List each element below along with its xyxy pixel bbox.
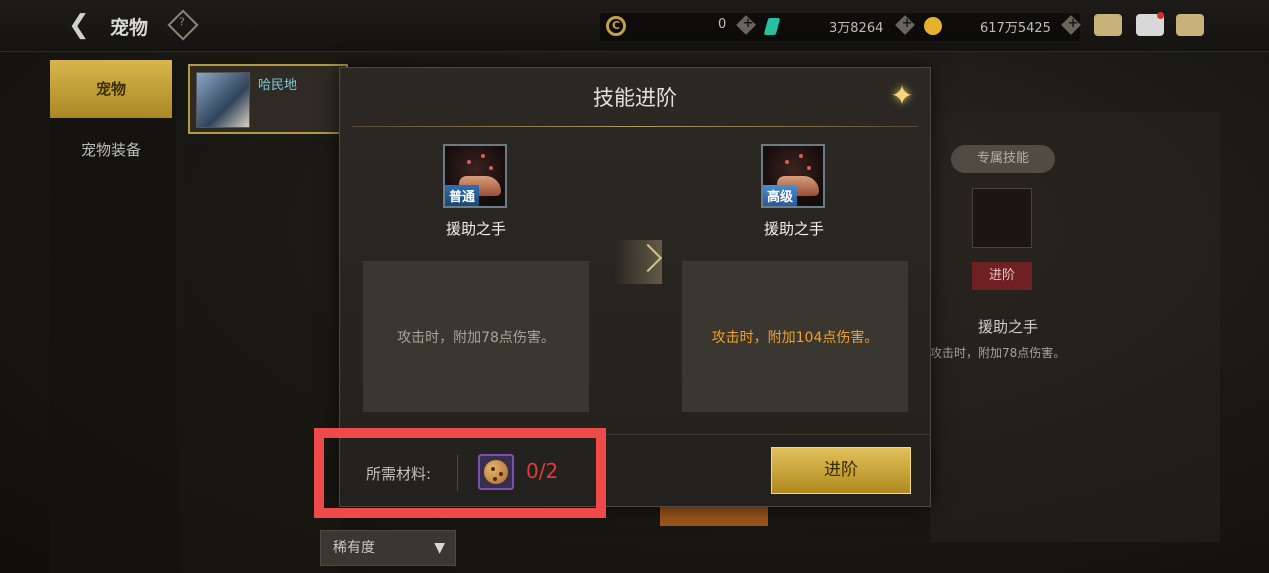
skill-tag-advanced: 高级 bbox=[763, 185, 798, 206]
page-title: 宠物 bbox=[110, 17, 149, 39]
close-icon[interactable]: ✦ bbox=[888, 82, 916, 110]
next-skill-description: 攻击时，附加104点伤害。 bbox=[682, 261, 908, 412]
tab-pet[interactable]: 宠物 bbox=[50, 60, 172, 118]
cake-icon[interactable] bbox=[1094, 14, 1122, 36]
skill-tag-normal: 普通 bbox=[445, 185, 480, 206]
current-skill-description: 攻击时，附加78点伤害。 bbox=[363, 261, 589, 412]
bg-upgrade-button[interactable]: 进阶 bbox=[972, 262, 1032, 290]
sparkle-dot bbox=[481, 154, 485, 158]
currency-value-gem: 3万8264 bbox=[829, 21, 884, 36]
pet-avatar bbox=[196, 72, 250, 128]
bg-skill-description: 攻击时，附加78点伤害。 bbox=[930, 346, 1066, 360]
triangle-down-icon: ▼ bbox=[434, 540, 445, 556]
highlight-box bbox=[314, 428, 606, 518]
current-skill-name: 援助之手 bbox=[445, 220, 506, 238]
chevron-right-icon bbox=[614, 240, 662, 284]
back-arrow-icon[interactable]: ❮ bbox=[68, 10, 102, 40]
next-skill-name: 援助之手 bbox=[763, 220, 824, 238]
exclusive-skill-badge: 专属技能 bbox=[951, 145, 1055, 173]
notification-dot bbox=[1157, 12, 1164, 19]
rarity-filter-label: 稀有度 bbox=[333, 540, 375, 556]
rarity-filter-select[interactable]: 稀有度 ▼ bbox=[320, 530, 456, 566]
skill-detail-panel bbox=[930, 112, 1220, 542]
title-divider bbox=[352, 126, 918, 127]
dialog-title: 技能进阶 bbox=[593, 86, 677, 110]
c-coin-icon: C bbox=[606, 16, 626, 36]
sparkle-dot bbox=[807, 166, 811, 170]
chat-icon[interactable] bbox=[1176, 14, 1204, 36]
currency-value-c: 0 bbox=[718, 17, 727, 32]
pet-name: 哈民地 bbox=[258, 78, 298, 93]
current-skill-icon: 普通 bbox=[443, 144, 507, 208]
gold-coin-icon bbox=[924, 17, 942, 35]
sparkle-dot bbox=[467, 160, 471, 164]
sparkle-dot bbox=[785, 160, 789, 164]
bg-skill-name: 援助之手 bbox=[978, 318, 1039, 336]
next-skill-icon: 高级 bbox=[761, 144, 825, 208]
advance-button[interactable]: 进阶 bbox=[771, 447, 911, 494]
pet-card-selected[interactable]: 哈民地 bbox=[188, 64, 348, 134]
sparkle-dot bbox=[489, 166, 493, 170]
exclusive-skill-icon[interactable] bbox=[972, 188, 1032, 248]
tab-pet-equipment[interactable]: 宠物装备 bbox=[50, 128, 172, 172]
sparkle-dot bbox=[799, 154, 803, 158]
currency-value-gold: 617万5425 bbox=[980, 21, 1051, 36]
